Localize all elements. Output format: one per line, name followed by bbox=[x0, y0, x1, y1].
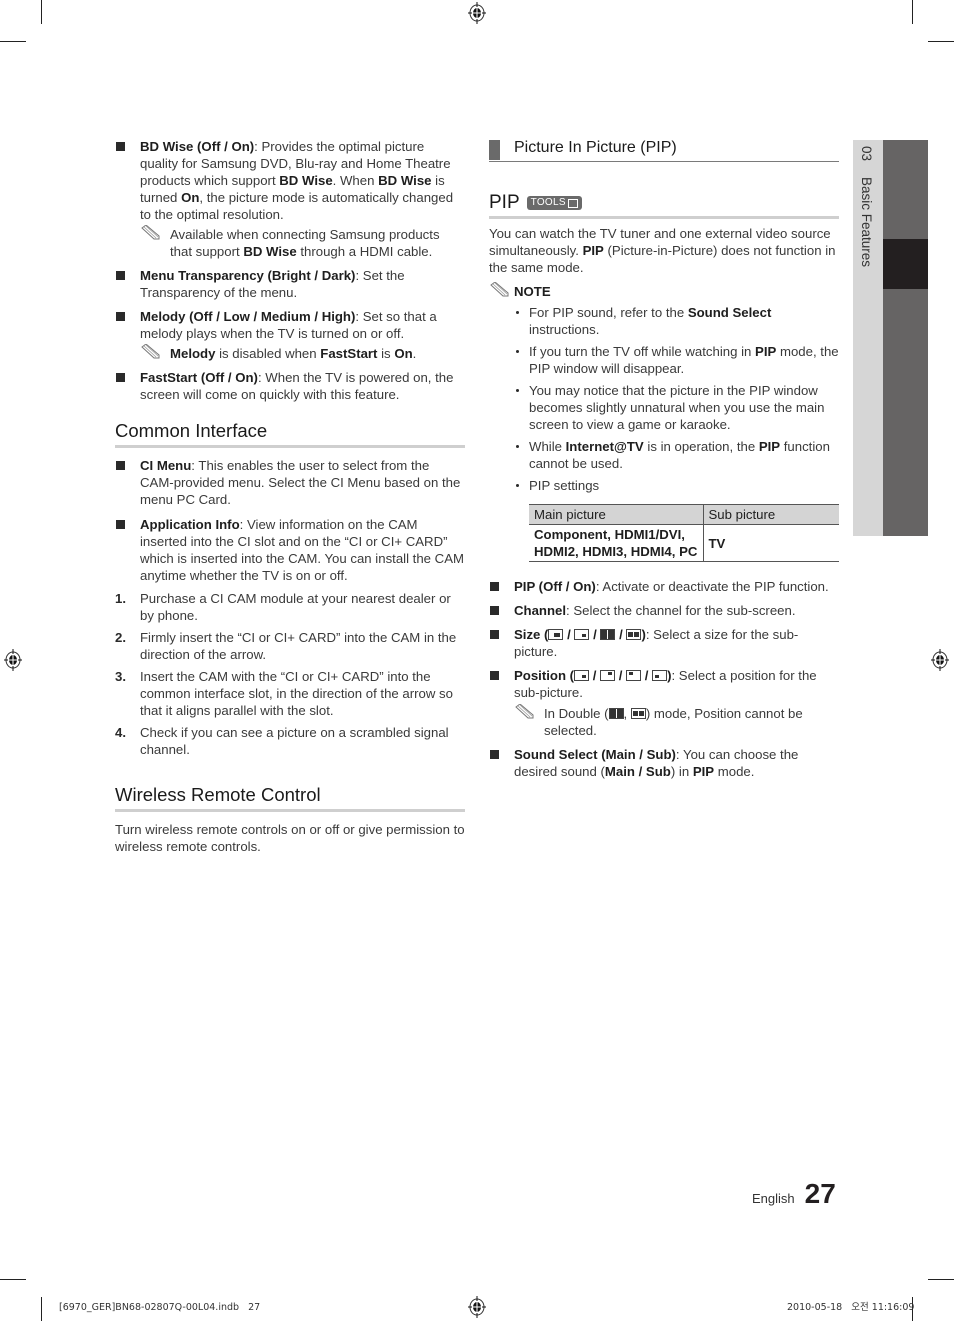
registration-mark-icon bbox=[468, 2, 486, 24]
chapter-label: 03 Basic Features bbox=[858, 146, 875, 267]
chapter-side-tab: 03 Basic Features bbox=[853, 140, 928, 536]
bullet-square-icon bbox=[490, 630, 499, 639]
registration-mark-icon bbox=[468, 1296, 486, 1318]
bullet-sound-select: Sound Select (Main / Sub): You can choos… bbox=[489, 746, 839, 780]
note-item: If you turn the TV off while watching in… bbox=[514, 343, 839, 377]
step-item: 2. Firmly insert the “CI or CI+ CARD” int… bbox=[115, 630, 457, 662]
bullet-menu-transparency: Menu Transparency (Bright / Dark): Set t… bbox=[115, 267, 465, 301]
size-tiny-icon bbox=[574, 629, 590, 640]
bullet-ci-menu: CI Menu: This enables the user to select… bbox=[115, 457, 465, 508]
bullet-melody: Melody (Off / Low / Medium / High): Set … bbox=[115, 308, 465, 362]
crop-mark bbox=[928, 41, 954, 42]
position-top-left-icon bbox=[626, 670, 642, 681]
tools-icon bbox=[567, 198, 578, 208]
bullet-dot-icon bbox=[516, 445, 519, 448]
left-column: BD Wise (Off / On): Provides the optimal… bbox=[115, 138, 465, 855]
table-row: Component, HDMI1/DVI, HDMI2, HDMI3, HDMI… bbox=[529, 524, 839, 562]
crop-mark bbox=[41, 1297, 42, 1321]
side-tab-active-marker bbox=[883, 239, 928, 289]
table-cell: Component, HDMI1/DVI, HDMI2, HDMI3, HDMI… bbox=[529, 524, 703, 562]
side-tab-dark-strip bbox=[883, 140, 928, 536]
bullet-square-icon bbox=[490, 750, 499, 759]
bullet-position: Position ( / / / ): Select a position fo… bbox=[489, 667, 839, 739]
pip-settings-table: Main picture Sub picture Component, HDMI… bbox=[529, 504, 839, 562]
pencil-note-icon bbox=[515, 704, 534, 719]
pip-options-list: PIP (Off / On): Activate or deactivate t… bbox=[489, 578, 839, 780]
chapter-number: 03 bbox=[859, 146, 874, 162]
language-label: English bbox=[752, 1191, 795, 1206]
note-heading: NOTE bbox=[489, 282, 839, 300]
bullet-square-icon bbox=[116, 373, 125, 382]
bullet-channel: Channel: Select the channel for the sub-… bbox=[489, 602, 839, 619]
size-small-icon bbox=[548, 629, 564, 640]
size-double-large-icon bbox=[600, 629, 616, 640]
position-bottom-left-icon bbox=[652, 670, 668, 681]
bullet-dot-icon bbox=[516, 484, 519, 487]
bullet-application-info: Application Info: View information on th… bbox=[115, 516, 465, 584]
date-slug: 2010-05-18 오전 11:16:09 bbox=[787, 1302, 915, 1313]
crop-mark bbox=[41, 0, 42, 24]
right-column: Picture In Picture (PIP) PIP TOOLS You c… bbox=[489, 138, 839, 786]
chapter-title: Basic Features bbox=[859, 176, 874, 267]
position-top-right-icon bbox=[600, 670, 616, 681]
step-item: 1. Purchase a CI CAM module at your neare… bbox=[115, 591, 451, 623]
position-bottom-right-icon bbox=[574, 670, 590, 681]
table-header-cell: Main picture bbox=[529, 504, 703, 525]
step-item: 4. Check if you can see a picture on a sc… bbox=[115, 725, 449, 757]
pip-heading: PIP TOOLS bbox=[489, 192, 839, 219]
section-title-common-interface: Common Interface bbox=[115, 420, 465, 448]
size-double-small-icon bbox=[626, 629, 642, 640]
bullet-dot-icon bbox=[516, 389, 519, 392]
wireless-remote-text: Turn wireless remote controls on or off … bbox=[115, 822, 465, 854]
page-footer: English 27 bbox=[752, 1179, 836, 1209]
file-slug: [6970_GER]BN68-02807Q-00L04.indb 27 bbox=[59, 1302, 261, 1313]
registration-mark-icon bbox=[931, 649, 949, 671]
bullet-square-icon bbox=[116, 520, 125, 529]
bullet-square-icon bbox=[490, 582, 499, 591]
bullet-square-icon bbox=[116, 312, 125, 321]
bullet-pip-on-off: PIP (Off / On): Activate or deactivate t… bbox=[489, 578, 839, 595]
page-number: 27 bbox=[804, 1178, 836, 1209]
pip-intro: You can watch the TV tuner and one exter… bbox=[489, 226, 836, 275]
note-item: PIP settings bbox=[514, 477, 839, 494]
bullet-square-icon bbox=[116, 461, 125, 470]
bullet-square-icon bbox=[116, 142, 125, 151]
table-header-cell: Sub picture bbox=[702, 504, 839, 525]
crop-mark bbox=[0, 41, 26, 42]
pencil-note-icon bbox=[141, 225, 160, 240]
registration-mark-icon bbox=[4, 649, 22, 671]
bullet-dot-icon bbox=[516, 311, 519, 314]
step-item: 3. Insert the CAM with the “CI or CI+ CAR… bbox=[115, 669, 453, 718]
crop-mark bbox=[0, 1279, 26, 1280]
bullet-square-icon bbox=[490, 606, 499, 615]
note-item: You may notice that the picture in the P… bbox=[514, 382, 839, 433]
note-item: For PIP sound, refer to the Sound Select… bbox=[514, 304, 839, 338]
bullet-square-icon bbox=[490, 671, 499, 680]
note-double-mode: In Double (, ) mode, Position cannot be … bbox=[514, 704, 839, 739]
bullet-size: Size ( / / / ): Select a size for the su… bbox=[489, 626, 839, 660]
bullet-dot-icon bbox=[516, 350, 519, 353]
bullet-square-icon bbox=[116, 271, 125, 280]
crop-mark bbox=[928, 1279, 954, 1280]
table-header-row: Main picture Sub picture bbox=[529, 504, 839, 525]
banner-bar bbox=[489, 140, 500, 160]
section-title-wireless-remote: Wireless Remote Control bbox=[115, 784, 465, 812]
tools-badge: TOOLS bbox=[526, 196, 582, 210]
crop-mark bbox=[912, 0, 913, 24]
size-double-large-icon bbox=[608, 708, 624, 719]
note-item: While Internet@TV is in operation, the P… bbox=[514, 438, 839, 472]
note-list: For PIP sound, refer to the Sound Select… bbox=[514, 304, 839, 494]
bullet-bd-wise: BD Wise (Off / On): Provides the optimal… bbox=[115, 138, 465, 260]
size-double-small-icon bbox=[630, 708, 646, 719]
section-banner-pip: Picture In Picture (PIP) bbox=[489, 138, 839, 162]
bullet-faststart: FastStart (Off / On): When the TV is pow… bbox=[115, 369, 465, 403]
table-cell: TV bbox=[702, 524, 839, 562]
note-bd-wise: Available when connecting Samsung produc… bbox=[140, 225, 465, 260]
note-melody: Melody is disabled when FastStart is On. bbox=[140, 344, 465, 362]
pencil-note-icon bbox=[490, 282, 509, 297]
pencil-note-icon bbox=[141, 344, 160, 359]
